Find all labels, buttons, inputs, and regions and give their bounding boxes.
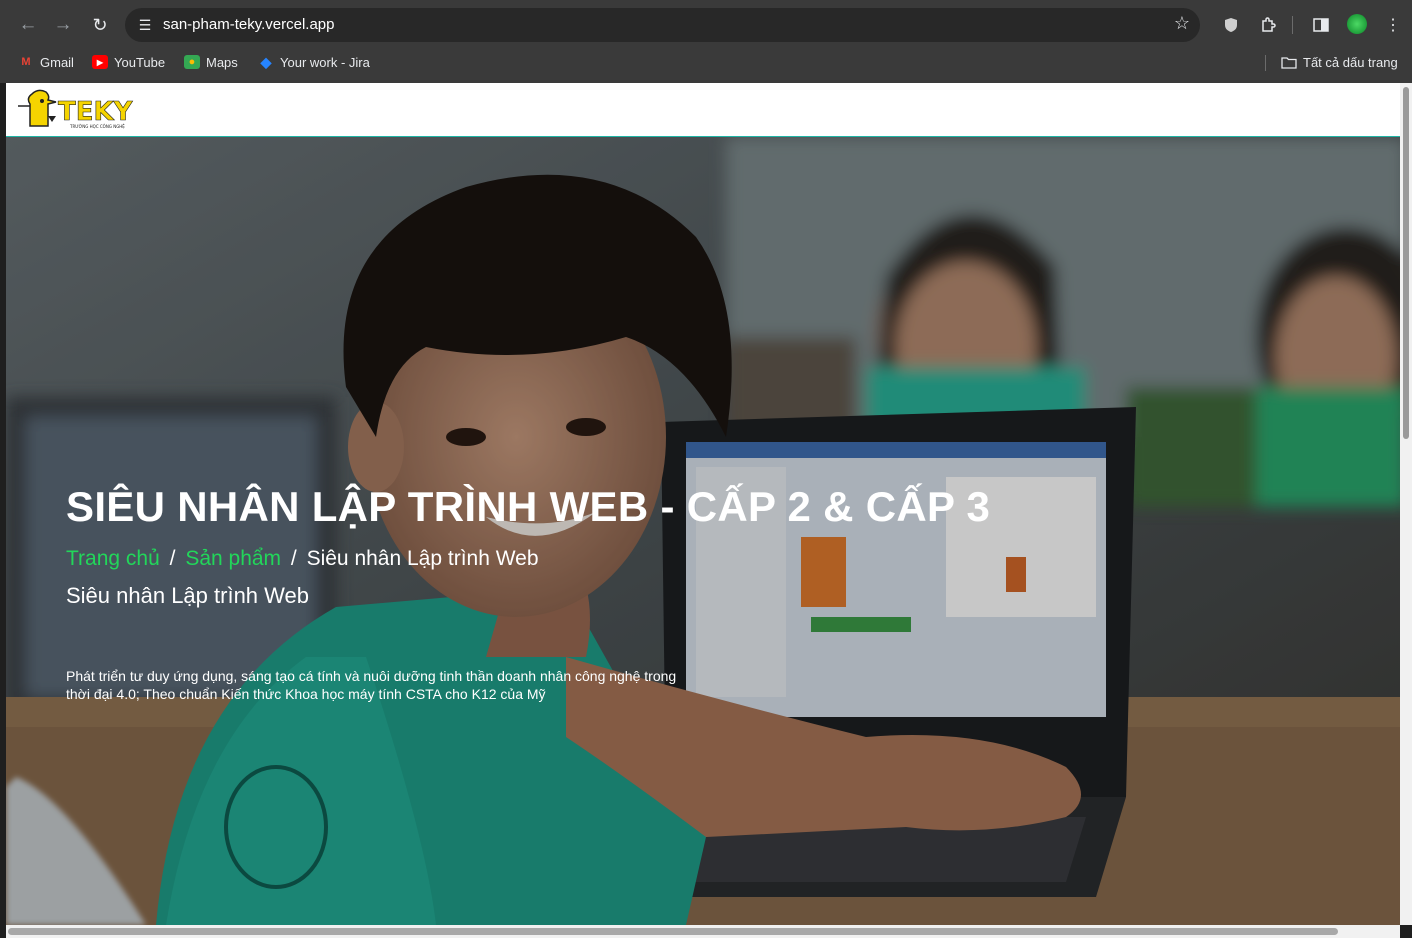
teky-logo[interactable]: TEKY TRƯỜNG HỌC CÔNG NGHỆ <box>12 88 142 130</box>
toolbar-divider <box>1292 16 1293 34</box>
shield-extension-icon[interactable] <box>1219 13 1243 37</box>
extensions-puzzle-icon[interactable] <box>1256 13 1280 37</box>
bookmark-label: Maps <box>206 54 238 70</box>
bookmark-youtube[interactable]: ▶ YouTube <box>92 53 165 71</box>
bookmark-maps[interactable]: ● Maps <box>184 53 238 71</box>
bookmark-label: Gmail <box>40 54 74 70</box>
description-line: thời đại 4.0; Theo chuẩn Kiến thức Khoa … <box>66 686 546 702</box>
hero-overlay <box>6 137 1400 925</box>
bookmark-label: YouTube <box>114 54 166 70</box>
folder-icon <box>1281 55 1297 69</box>
back-button[interactable]: ← <box>13 10 43 40</box>
side-panel-icon[interactable] <box>1309 13 1333 37</box>
logo-tagline: TRƯỜNG HỌC CÔNG NGHỆ <box>69 124 125 129</box>
bookmark-star-icon[interactable]: ☆ <box>1174 13 1190 34</box>
bookmark-label: Your work - Jira <box>280 54 370 70</box>
page-viewport: TEKY TRƯỜNG HỌC CÔNG NGHỆ SIÊU NHÂN LẬP … <box>6 83 1400 925</box>
product-subtitle: Siêu nhân Lập trình Web <box>66 583 309 608</box>
breadcrumb-current: Siêu nhân Lập trình Web <box>306 547 539 570</box>
product-description: Phát triển tư duy ứng dụng, sáng tạo cá … <box>66 667 786 703</box>
address-bar[interactable]: ☰ san-pham-teky.vercel.app ☆ <box>125 8 1200 42</box>
breadcrumb-separator: / <box>169 547 176 570</box>
arrow-right-icon: → <box>53 14 73 35</box>
gmail-icon: M <box>21 56 31 68</box>
arrow-left-icon: ← <box>18 14 38 35</box>
horizontal-scrollbar-thumb[interactable] <box>8 928 1338 935</box>
description-line: Phát triển tư duy ứng dụng, sáng tạo cá … <box>66 668 677 684</box>
bookmarks-bar: M Gmail ▶ YouTube ● Maps ◆ Your work - J… <box>0 48 1412 76</box>
jira-icon: ◆ <box>260 53 272 70</box>
bookmark-gmail[interactable]: M Gmail <box>18 53 74 71</box>
breadcrumb-home-link[interactable]: Trang chủ <box>66 547 160 570</box>
profile-avatar[interactable] <box>1347 14 1367 34</box>
maps-icon: ● <box>184 55 200 69</box>
vertical-scrollbar-thumb[interactable] <box>1403 87 1409 439</box>
bookmark-jira[interactable]: ◆ Your work - Jira <box>258 53 370 71</box>
logo-wordmark: TEKY <box>58 97 134 127</box>
bookmarks-divider <box>1265 55 1266 71</box>
vertical-scrollbar[interactable] <box>1400 83 1412 925</box>
all-bookmarks-button[interactable]: Tất cả dấu trang <box>1281 53 1398 71</box>
site-info-icon[interactable]: ☰ <box>135 15 155 35</box>
horizontal-scrollbar[interactable] <box>6 925 1400 938</box>
url-text: san-pham-teky.vercel.app <box>163 16 335 33</box>
site-header: TEKY TRƯỜNG HỌC CÔNG NGHỆ <box>6 83 1400 137</box>
hero-banner: SIÊU NHÂN LẬP TRÌNH WEB - CẤP 2 & CẤP 3 … <box>6 137 1400 925</box>
browser-chrome: ← → ↻ ☰ san-pham-teky.vercel.app ☆ ⋮ M G… <box>0 0 1412 83</box>
menu-kebab-icon[interactable]: ⋮ <box>1381 13 1405 37</box>
breadcrumb-separator: / <box>290 547 297 570</box>
reload-button[interactable]: ↻ <box>85 10 115 40</box>
breadcrumb: Trang chủ / Sản phẩm / Siêu nhân Lập trì… <box>66 547 539 571</box>
reload-icon: ↻ <box>92 14 108 35</box>
breadcrumb-products-link[interactable]: Sản phẩm <box>185 547 281 570</box>
youtube-icon: ▶ <box>92 55 108 69</box>
forward-button[interactable]: → <box>48 10 78 40</box>
page-title: SIÊU NHÂN LẬP TRÌNH WEB - CẤP 2 & CẤP 3 <box>66 483 991 530</box>
all-bookmarks-label: Tất cả dấu trang <box>1303 54 1398 70</box>
